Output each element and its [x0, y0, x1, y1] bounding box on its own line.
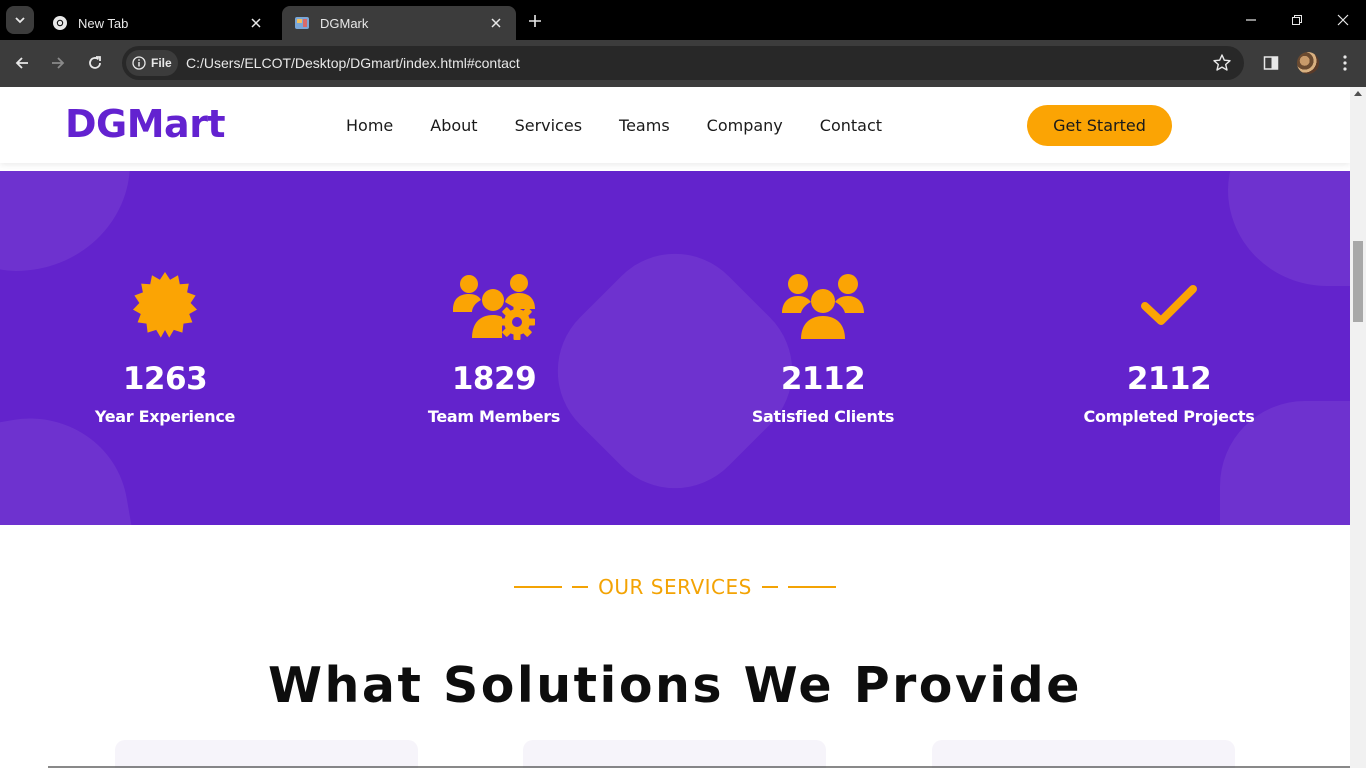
stat-label: Satisfied Clients	[751, 407, 895, 426]
arrow-left-icon	[15, 57, 28, 69]
stat-team-members: 1829 Team Members	[364, 271, 624, 426]
badge-icon	[124, 271, 206, 341]
nav-link-about[interactable]: About	[430, 116, 477, 135]
stat-value: 2112	[780, 361, 866, 397]
page-scrollbar[interactable]	[1350, 87, 1366, 768]
users-group-icon	[782, 271, 864, 341]
eyebrow-line	[572, 586, 589, 588]
restore-button[interactable]	[1285, 8, 1309, 32]
close-icon[interactable]	[248, 15, 264, 31]
new-tab-button[interactable]	[524, 10, 546, 32]
tab-title: New Tab	[78, 15, 129, 31]
stat-satisfied-clients: 2112 Satisfied Clients	[693, 271, 953, 426]
main-nav: Home About Services Teams Company Contac…	[346, 116, 919, 135]
service-card[interactable]	[932, 740, 1235, 768]
close-icon	[1337, 14, 1349, 26]
arrow-right-icon	[52, 57, 65, 69]
get-started-button[interactable]: Get Started	[1027, 105, 1172, 146]
back-button[interactable]	[10, 51, 34, 75]
nav-link-home[interactable]: Home	[346, 116, 393, 135]
reload-icon	[89, 56, 101, 69]
site-logo[interactable]: DGMart	[65, 102, 226, 146]
restore-icon	[1292, 15, 1302, 25]
minimize-button[interactable]	[1239, 8, 1263, 32]
close-window-button[interactable]	[1331, 8, 1355, 32]
info-icon	[132, 56, 146, 70]
nav-link-services[interactable]: Services	[515, 116, 582, 135]
tab-dgmark[interactable]: DGMark	[282, 6, 516, 40]
services-eyebrow: OUR SERVICES	[0, 575, 1350, 599]
checkmark-icon	[1128, 271, 1210, 341]
page-viewport: DGMart Home About Services Teams Company…	[0, 87, 1350, 768]
eyebrow-line	[787, 586, 836, 588]
eyebrow-line	[514, 586, 563, 588]
reload-button[interactable]	[83, 51, 107, 75]
stat-label: Completed Projects	[1083, 407, 1255, 426]
close-icon[interactable]	[488, 15, 504, 31]
decorative-blob	[1228, 171, 1350, 286]
eyebrow-text: OUR SERVICES	[598, 575, 752, 599]
more-vertical-icon	[1343, 55, 1347, 71]
address-bar[interactable]: File C:/Users/ELCOT/Desktop/DGmart/index…	[122, 46, 1244, 80]
stat-year-experience: 1263 Year Experience	[35, 271, 295, 426]
nav-link-company[interactable]: Company	[707, 116, 783, 135]
forward-button[interactable]	[46, 51, 70, 75]
site-info-chip[interactable]: File	[126, 50, 178, 76]
tab-title: DGMark	[320, 15, 369, 31]
eyebrow-line	[761, 586, 778, 588]
profile-avatar[interactable]	[1297, 52, 1319, 74]
service-card[interactable]	[115, 740, 418, 768]
stat-completed-projects: 2112 Completed Projects	[1039, 271, 1299, 426]
chrome-icon	[52, 15, 68, 31]
scroll-up-icon[interactable]	[1354, 91, 1362, 96]
side-panel-icon	[1263, 56, 1279, 70]
menu-button[interactable]	[1334, 52, 1356, 74]
site-header: DGMart Home About Services Teams Company…	[0, 87, 1350, 163]
page-favicon-icon	[294, 15, 310, 31]
team-gear-icon	[453, 271, 535, 341]
stat-value: 1829	[451, 361, 537, 397]
chevron-down-icon	[15, 17, 25, 24]
service-card[interactable]	[523, 740, 826, 768]
scrollbar-thumb[interactable]	[1353, 241, 1363, 322]
stat-label: Year Experience	[94, 407, 236, 426]
star-icon[interactable]	[1212, 53, 1232, 73]
minimize-icon	[1246, 19, 1256, 21]
services-title: What Solutions We Provide	[268, 657, 1082, 714]
nav-link-teams[interactable]: Teams	[619, 116, 670, 135]
browser-toolbar: File C:/Users/ELCOT/Desktop/DGmart/index…	[0, 40, 1366, 87]
nav-link-contact[interactable]: Contact	[820, 116, 882, 135]
side-panel-button[interactable]	[1260, 52, 1282, 74]
plus-icon	[529, 15, 541, 27]
stats-section: 1263 Year Experience 1829 Team Members 2…	[0, 171, 1350, 525]
stat-value: 1263	[122, 361, 208, 397]
stat-value: 2112	[1126, 361, 1212, 397]
stat-label: Team Members	[427, 407, 561, 426]
tab-strip: New Tab DGMark	[0, 0, 1366, 40]
decorative-blob	[0, 171, 130, 271]
tab-search-button[interactable]	[6, 6, 34, 34]
site-chip-label: File	[151, 56, 172, 70]
tab-new-tab[interactable]: New Tab	[40, 6, 276, 40]
url-text[interactable]: C:/Users/ELCOT/Desktop/DGmart/index.html…	[186, 55, 520, 71]
